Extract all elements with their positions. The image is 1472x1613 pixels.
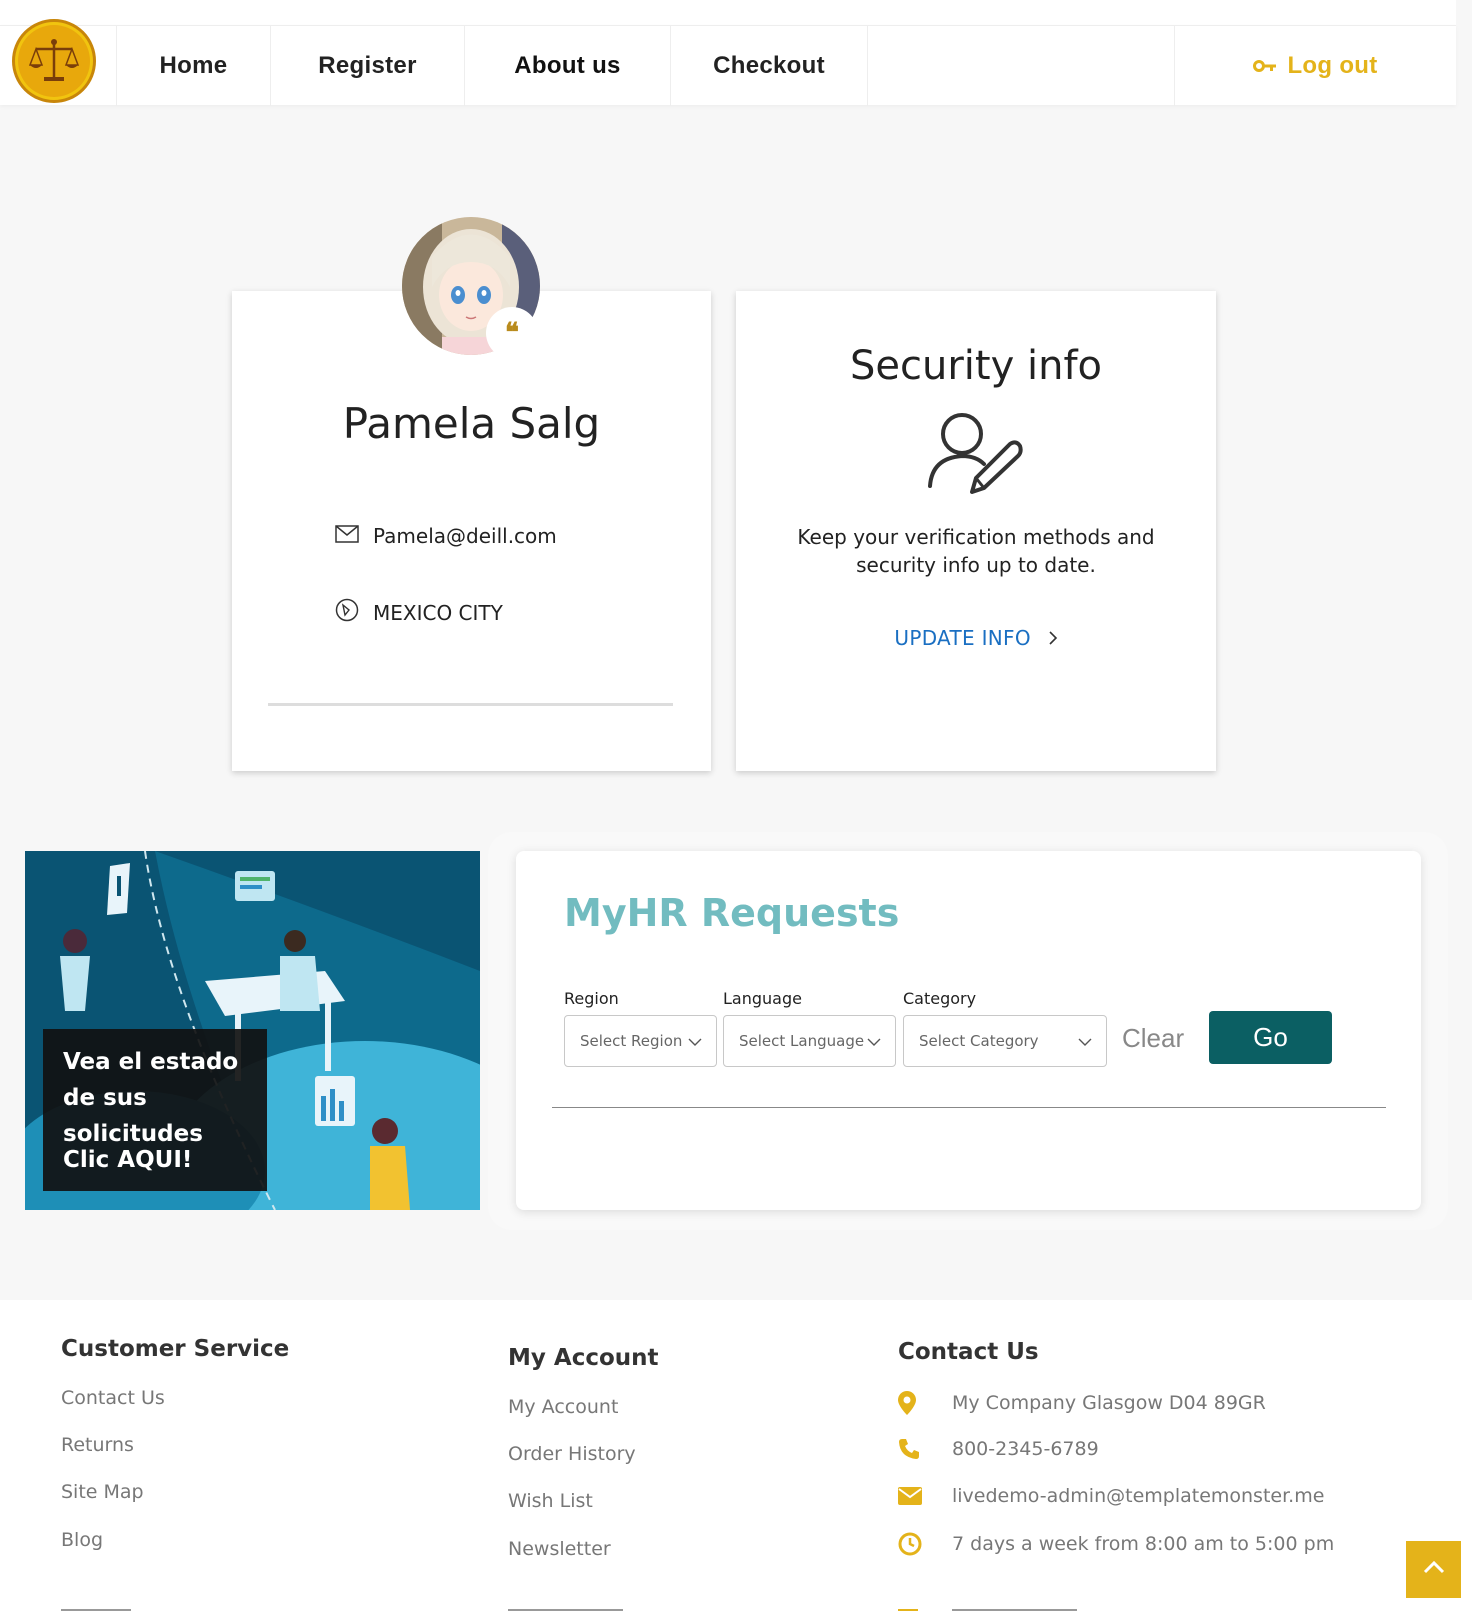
category-select-value: Select Category	[919, 1032, 1039, 1050]
profile-city: MEXICO CITY	[373, 600, 503, 625]
myhr-title: MyHR Requests	[564, 891, 900, 935]
scales-icon	[28, 39, 80, 81]
nav-register[interactable]: Register	[270, 26, 464, 106]
mail-icon	[898, 1487, 952, 1505]
myhr-panel: MyHR Requests Region Select Region Langu…	[516, 851, 1421, 1210]
nav-home[interactable]: Home	[116, 26, 270, 106]
promo-banner[interactable]: Vea el estado de sus solicitudes Clic AQ…	[25, 851, 480, 1210]
chevron-down-icon	[688, 1033, 702, 1051]
footer-my-account: My Account My Account Order History Wish…	[508, 1345, 659, 1560]
footer-link-contact-us[interactable]: Contact Us	[61, 1387, 165, 1409]
navbar: Home Register About us Checkout Log out	[0, 25, 1456, 106]
footer-cut-text	[508, 1604, 623, 1613]
footer-heading-contact-us: Contact Us	[898, 1339, 1039, 1365]
phone-icon	[898, 1438, 952, 1460]
security-card: Security info Keep your verification met…	[736, 291, 1216, 771]
footer-heading-customer-service: Customer Service	[61, 1336, 290, 1362]
contact-hours: 7 days a week from 8:00 am to 5:00 pm	[952, 1533, 1335, 1555]
region-label: Region	[564, 989, 619, 1008]
footer-cut-text	[952, 1604, 1077, 1613]
contact-phone-row: 800-2345-6789	[898, 1438, 1099, 1460]
go-button[interactable]: Go	[1209, 1011, 1332, 1064]
nav-checkout[interactable]: Checkout	[670, 26, 868, 106]
footer-link-returns[interactable]: Returns	[61, 1434, 134, 1456]
region-select-value: Select Region	[580, 1032, 683, 1050]
profile-email-row: Pamela@deill.com	[335, 524, 557, 548]
category-select[interactable]: Select Category	[903, 1015, 1107, 1067]
clear-button[interactable]: Clear	[1122, 1023, 1184, 1054]
language-select[interactable]: Select Language	[723, 1015, 896, 1067]
security-title: Security info	[850, 343, 1102, 389]
footer-link-wish-list[interactable]: Wish List	[508, 1490, 593, 1512]
clock-icon	[898, 1532, 952, 1556]
key-icon	[1253, 52, 1277, 80]
scales-logo[interactable]	[12, 19, 96, 103]
footer-link-site-map[interactable]: Site Map	[61, 1481, 144, 1503]
contact-address-row: My Company Glasgow D04 89GR	[898, 1391, 1266, 1415]
profile-name: Pamela Salg	[342, 399, 601, 448]
contact-email[interactable]: livedemo-admin@templatemonster.me	[952, 1485, 1324, 1507]
footer-cut-text	[898, 1604, 918, 1613]
quote-icon: ❝	[486, 307, 538, 359]
profile-email: Pamela@deill.com	[373, 524, 557, 548]
language-select-value: Select Language	[739, 1032, 865, 1050]
chevron-down-icon	[867, 1033, 881, 1051]
footer-link-newsletter[interactable]: Newsletter	[508, 1538, 611, 1560]
myhr-divider	[552, 1107, 1386, 1108]
contact-address: My Company Glasgow D04 89GR	[952, 1392, 1266, 1414]
top-strip	[0, 0, 1456, 25]
promo-cta[interactable]: Clic AQUI!	[63, 1147, 192, 1173]
contact-hours-row: 7 days a week from 8:00 am to 5:00 pm	[898, 1532, 1334, 1556]
scroll-to-top-button[interactable]	[1406, 1541, 1461, 1598]
contact-phone[interactable]: 800-2345-6789	[952, 1438, 1099, 1460]
avatar: ❝	[402, 217, 540, 383]
footer: Customer Service Contact Us Returns Site…	[0, 1300, 1472, 1613]
footer-contact: Contact Us My Company Glasgow D04 89GR 8…	[898, 1339, 1334, 1556]
envelope-icon	[335, 524, 359, 548]
profile-city-row: MEXICO CITY	[335, 598, 503, 627]
footer-link-order-history[interactable]: Order History	[508, 1443, 636, 1465]
footer-customer-service: Customer Service Contact Us Returns Site…	[61, 1336, 290, 1551]
compass-icon	[335, 598, 359, 627]
nav-about-us[interactable]: About us	[464, 26, 670, 106]
promo-text: Vea el estado de sus solicitudes	[63, 1049, 239, 1147]
update-info-link[interactable]: UPDATE INFO	[736, 626, 1216, 650]
footer-heading-my-account: My Account	[508, 1345, 659, 1371]
footer-link-blog[interactable]: Blog	[61, 1529, 103, 1551]
profile-divider	[268, 703, 673, 706]
security-description: Keep your verification methods and secur…	[797, 525, 1155, 577]
category-label: Category	[903, 989, 977, 1008]
footer-link-my-account[interactable]: My Account	[508, 1396, 618, 1418]
contact-email-row: livedemo-admin@templatemonster.me	[898, 1485, 1324, 1507]
language-label: Language	[723, 989, 802, 1008]
chevron-up-icon	[1423, 1560, 1445, 1579]
user-edit-icon	[926, 406, 1026, 506]
footer-cut-text	[61, 1604, 131, 1613]
logout-link[interactable]: Log out	[1174, 26, 1456, 106]
update-info-label: UPDATE INFO	[894, 626, 1031, 650]
chevron-down-icon	[1078, 1033, 1092, 1051]
chevron-right-icon	[1048, 626, 1058, 650]
map-pin-icon	[898, 1391, 952, 1415]
region-select[interactable]: Select Region	[564, 1015, 717, 1067]
logout-label: Log out	[1287, 52, 1378, 79]
